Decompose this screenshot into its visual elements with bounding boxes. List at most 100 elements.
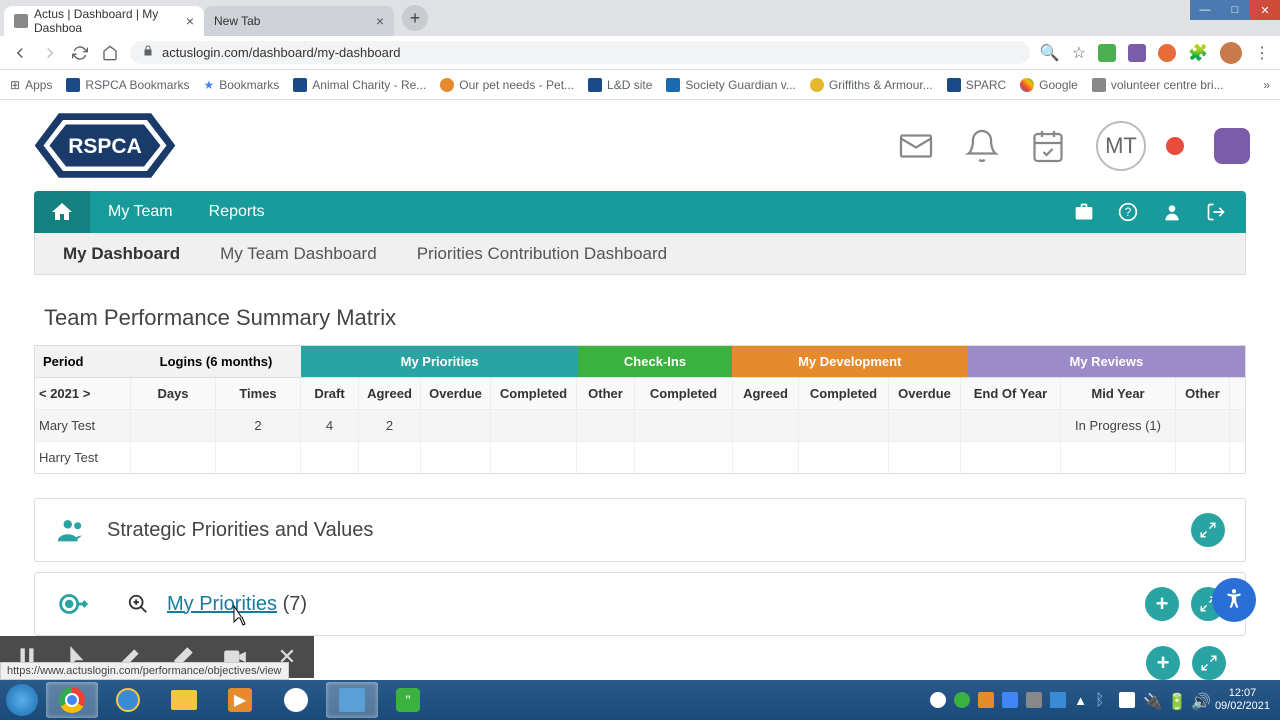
tray-icon[interactable] bbox=[1026, 692, 1042, 708]
magnify-icon[interactable] bbox=[127, 593, 149, 615]
user-avatar[interactable]: MT bbox=[1096, 121, 1146, 171]
volume-icon[interactable]: 🔊 bbox=[1191, 692, 1207, 708]
bookmark-item[interactable]: RSPCA Bookmarks bbox=[66, 78, 189, 92]
lock-icon bbox=[142, 45, 154, 60]
reload-button[interactable] bbox=[70, 43, 90, 63]
rspca-logo[interactable]: RSPCA bbox=[30, 108, 180, 183]
tray-chevron[interactable]: ▲ bbox=[1074, 693, 1087, 708]
forward-button[interactable] bbox=[40, 43, 60, 63]
add-button[interactable]: + bbox=[1145, 587, 1179, 621]
tray-icon[interactable] bbox=[978, 692, 994, 708]
help-icon[interactable]: ? bbox=[1118, 202, 1138, 222]
taskbar-media[interactable]: ▶ bbox=[214, 682, 266, 718]
menu-icon[interactable]: ⋮ bbox=[1254, 43, 1270, 63]
taskbar-app[interactable] bbox=[270, 682, 322, 718]
tab-favicon bbox=[14, 14, 28, 28]
add-button[interactable]: + bbox=[1146, 646, 1180, 680]
extension-icon[interactable] bbox=[1158, 44, 1176, 62]
bookmark-item[interactable]: Animal Charity - Re... bbox=[293, 78, 426, 92]
tray-icon[interactable] bbox=[1002, 692, 1018, 708]
expand-button[interactable] bbox=[1191, 513, 1225, 547]
bookmark-item[interactable]: L&D site bbox=[588, 78, 652, 92]
action-center-icon[interactable] bbox=[1119, 692, 1135, 708]
col-end-of-year: End Of Year bbox=[961, 378, 1061, 409]
row-name: Mary Test bbox=[35, 410, 131, 441]
bookmark-item[interactable]: Google bbox=[1020, 78, 1078, 92]
taskbar-explorer[interactable] bbox=[158, 682, 210, 718]
col-completed-dev: Completed bbox=[799, 378, 889, 409]
mail-icon[interactable] bbox=[898, 128, 934, 164]
taskbar-chrome[interactable] bbox=[46, 682, 98, 718]
tray-icon[interactable] bbox=[954, 692, 970, 708]
bookmarks-overflow[interactable]: » bbox=[1263, 78, 1270, 92]
taskbar-ie[interactable] bbox=[102, 682, 154, 718]
table-row[interactable]: Mary Test 2 4 2 In Progress (1) bbox=[35, 409, 1245, 441]
bookmark-item[interactable]: Society Guardian v... bbox=[666, 78, 796, 92]
col-group-priorities: My Priorities bbox=[301, 346, 578, 377]
start-button[interactable] bbox=[0, 680, 44, 720]
col-agreed-dev: Agreed bbox=[733, 378, 799, 409]
taskbar-hangouts[interactable]: " bbox=[382, 682, 434, 718]
bookmark-item[interactable]: ★Bookmarks bbox=[203, 78, 279, 92]
panel-title: Strategic Priorities and Values bbox=[107, 519, 373, 542]
col-group-development: My Development bbox=[732, 346, 968, 377]
back-button[interactable] bbox=[10, 43, 30, 63]
expand-button[interactable] bbox=[1192, 646, 1226, 680]
tray-icon[interactable] bbox=[930, 692, 946, 708]
bookmark-item[interactable]: volunteer centre bri... bbox=[1092, 78, 1224, 92]
network-icon[interactable]: 🔌 bbox=[1143, 692, 1159, 708]
col-completed: Completed bbox=[491, 378, 577, 409]
window-close[interactable]: ✕ bbox=[1250, 0, 1280, 20]
period-selector[interactable]: < 2021 > bbox=[35, 378, 131, 409]
accessibility-button[interactable] bbox=[1212, 578, 1256, 622]
window-maximize[interactable]: □ bbox=[1220, 0, 1250, 20]
tab-my-team-dashboard[interactable]: My Team Dashboard bbox=[220, 244, 377, 264]
table-row[interactable]: Harry Test bbox=[35, 441, 1245, 473]
zoom-icon[interactable]: 🔍 bbox=[1040, 43, 1060, 63]
tab-priorities-contribution[interactable]: Priorities Contribution Dashboard bbox=[417, 244, 667, 264]
taskbar-app[interactable] bbox=[326, 682, 378, 718]
url-input[interactable]: actuslogin.com/dashboard/my-dashboard bbox=[130, 41, 1030, 64]
clock[interactable]: 12:07 09/02/2021 bbox=[1215, 687, 1270, 713]
home-button[interactable] bbox=[34, 191, 90, 233]
window-minimize[interactable]: — bbox=[1190, 0, 1220, 20]
user-icon[interactable] bbox=[1162, 202, 1182, 222]
extensions-icon[interactable]: 🧩 bbox=[1188, 43, 1208, 63]
logout-icon[interactable] bbox=[1206, 202, 1226, 222]
matrix-title: Team Performance Summary Matrix bbox=[44, 305, 1236, 331]
profile-avatar[interactable] bbox=[1220, 42, 1242, 64]
my-priorities-link[interactable]: My Priorities bbox=[167, 593, 277, 615]
col-agreed: Agreed bbox=[359, 378, 421, 409]
performance-matrix: Period Logins (6 months) My Priorities C… bbox=[34, 345, 1246, 474]
bookmark-item[interactable]: SPARC bbox=[947, 78, 1006, 92]
bookmark-item[interactable]: Griffiths & Armour... bbox=[810, 78, 933, 92]
col-group-reviews: My Reviews bbox=[968, 346, 1245, 377]
bookmark-item[interactable]: Our pet needs - Pet... bbox=[440, 78, 574, 92]
app-launcher-button[interactable] bbox=[1214, 128, 1250, 164]
home-button[interactable] bbox=[100, 43, 120, 63]
star-icon[interactable]: ☆ bbox=[1072, 43, 1086, 63]
panel-my-priorities: My Priorities (7) + bbox=[34, 572, 1246, 636]
close-icon[interactable]: × bbox=[376, 13, 384, 29]
svg-text:?: ? bbox=[1125, 206, 1132, 219]
tray-icon[interactable] bbox=[1050, 692, 1066, 708]
mouse-cursor bbox=[232, 604, 252, 633]
briefcase-icon[interactable] bbox=[1074, 202, 1094, 222]
new-tab-button[interactable]: + bbox=[402, 5, 428, 31]
bookmark-apps[interactable]: ⊞Apps bbox=[10, 78, 52, 92]
col-mid-year: Mid Year bbox=[1061, 378, 1176, 409]
browser-tab-active[interactable]: Actus | Dashboard | My Dashboa × bbox=[4, 6, 204, 36]
bell-icon[interactable] bbox=[964, 128, 1000, 164]
nav-reports[interactable]: Reports bbox=[191, 203, 283, 221]
col-overdue-dev: Overdue bbox=[889, 378, 961, 409]
extension-icon[interactable] bbox=[1128, 44, 1146, 62]
system-tray: ▲ ᛒ 🔌 🔋 🔊 12:07 09/02/2021 bbox=[930, 687, 1280, 713]
bluetooth-icon[interactable]: ᛒ bbox=[1095, 692, 1111, 708]
browser-tab[interactable]: New Tab × bbox=[204, 6, 394, 36]
battery-icon[interactable]: 🔋 bbox=[1167, 692, 1183, 708]
calendar-check-icon[interactable] bbox=[1030, 128, 1066, 164]
nav-my-team[interactable]: My Team bbox=[90, 203, 191, 221]
close-icon[interactable]: × bbox=[186, 13, 194, 29]
tab-my-dashboard[interactable]: My Dashboard bbox=[63, 244, 180, 264]
extension-icon[interactable] bbox=[1098, 44, 1116, 62]
